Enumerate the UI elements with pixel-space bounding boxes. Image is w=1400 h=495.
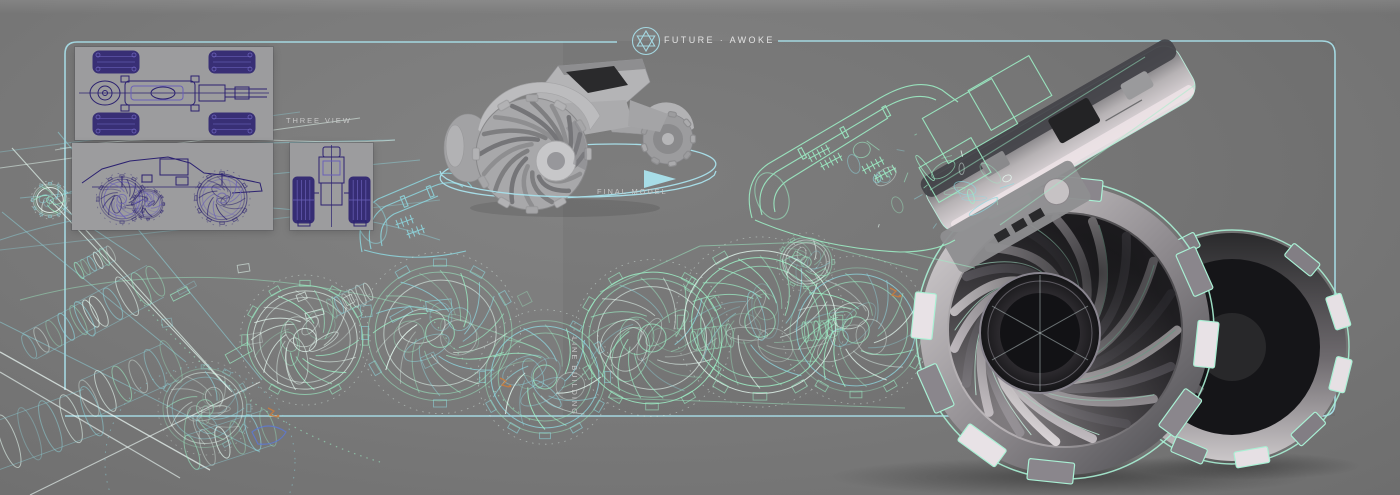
top-view-blueprint-drawing: [79, 50, 269, 136]
stage-label-three-view: THREE VIEW: [286, 116, 352, 125]
stage-label-line-building: LINE BUILDING: [570, 337, 579, 416]
concept-art-board: FUTURE · AWOKE THREE VIEW FINAL MODEL LI…: [0, 0, 1400, 495]
top-view-blueprint-panel: [75, 47, 273, 140]
side-view-blueprint-panel: [72, 143, 273, 230]
side-view-blueprint-drawing: [81, 156, 263, 227]
front-view-blueprint-panel: [290, 143, 373, 230]
front-view-blueprint-drawing: [292, 145, 371, 227]
page-title: FUTURE · AWOKE: [664, 35, 775, 45]
stage-label-final-model: FINAL MODEL: [597, 187, 668, 196]
